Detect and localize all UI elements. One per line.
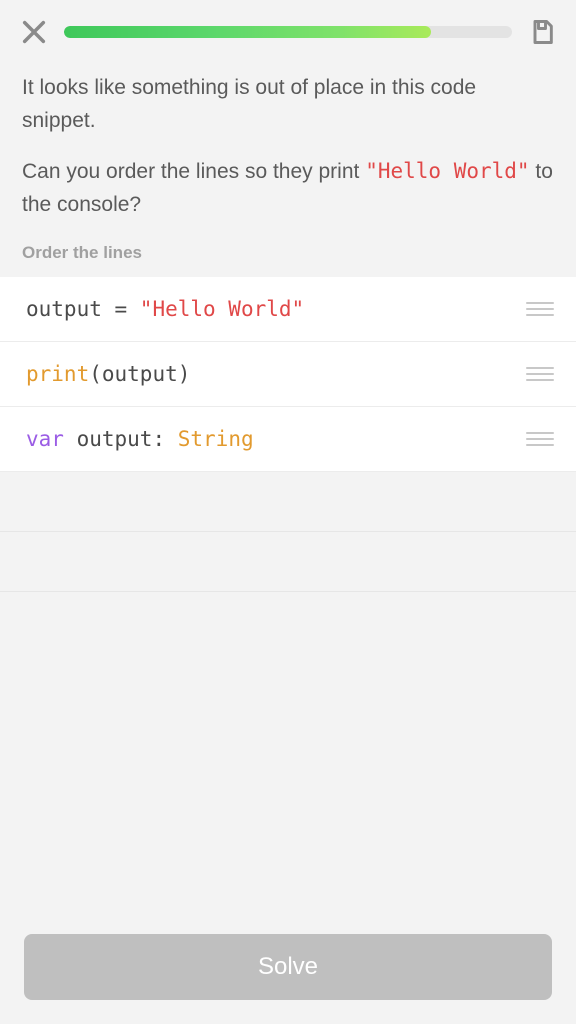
spacer xyxy=(0,592,576,910)
inline-code: "Hello World" xyxy=(365,159,529,183)
prompt-text: It looks like something is out of place … xyxy=(0,64,576,243)
code-lines-container: output = "Hello World" print(output) var o… xyxy=(0,277,576,472)
code-content: output = "Hello World" xyxy=(26,297,304,321)
prompt-line-1: It looks like something is out of place … xyxy=(22,72,554,137)
placeholder-slot[interactable] xyxy=(0,472,576,532)
code-content: var output: String xyxy=(26,427,254,451)
drag-handle-icon[interactable] xyxy=(526,367,554,381)
code-line[interactable]: print(output) xyxy=(0,342,576,407)
close-icon[interactable] xyxy=(20,18,48,46)
save-icon[interactable] xyxy=(528,18,556,46)
solve-button[interactable]: Solve xyxy=(24,934,552,1000)
placeholder-area xyxy=(0,472,576,592)
code-line[interactable]: output = "Hello World" xyxy=(0,277,576,342)
footer: Solve xyxy=(0,910,576,1024)
progress-fill xyxy=(64,26,431,38)
code-content: print(output) xyxy=(26,362,190,386)
drag-handle-icon[interactable] xyxy=(526,302,554,316)
progress-bar xyxy=(64,26,512,38)
placeholder-slot[interactable] xyxy=(0,532,576,592)
drag-handle-icon[interactable] xyxy=(526,432,554,446)
header xyxy=(0,0,576,64)
prompt-line-2: Can you order the lines so they print "H… xyxy=(22,155,554,221)
code-line[interactable]: var output: String xyxy=(0,407,576,472)
task-label: Order the lines xyxy=(0,243,576,277)
